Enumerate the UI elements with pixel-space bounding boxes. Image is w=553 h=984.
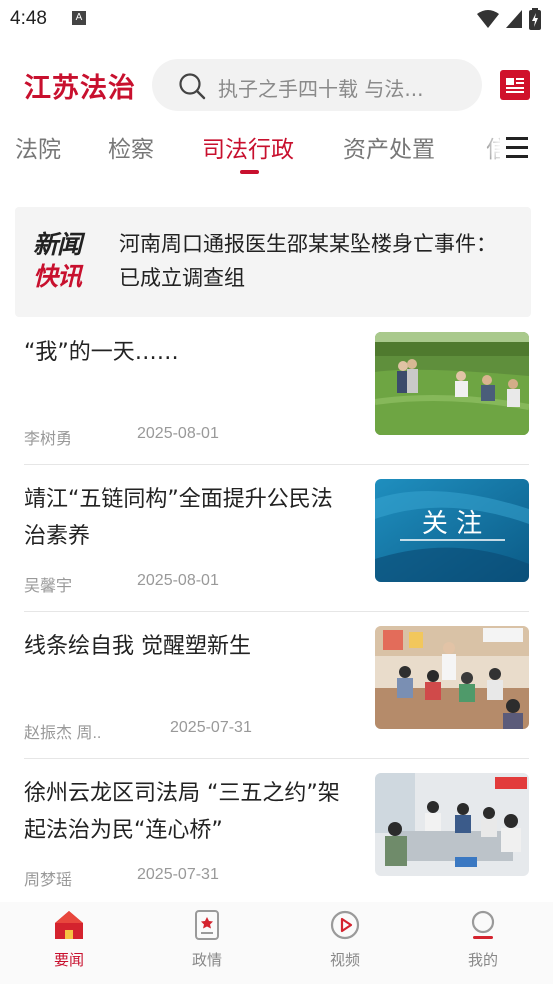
- channel-menu-button[interactable]: [500, 134, 532, 162]
- news-meta: 赵振杰 周.. 2025-07-31: [24, 719, 252, 743]
- news-meta: 李树勇 2025-08-01: [24, 425, 219, 449]
- wifi-icon: [477, 10, 499, 28]
- news-date: 2025-08-01: [137, 572, 219, 589]
- nav-label: 政情: [191, 951, 222, 969]
- app-header: 江苏法治 执子之手四十载 与法...: [0, 56, 553, 114]
- nav-news[interactable]: 要闻: [29, 908, 109, 970]
- status-time: 4:48: [10, 8, 47, 29]
- news-thumbnail: [375, 626, 529, 729]
- menu-icon-bar: [506, 137, 528, 140]
- news-thumbnail: [375, 773, 529, 876]
- menu-icon-bar: [506, 146, 528, 149]
- flash-logo-line2: 快讯: [33, 262, 82, 291]
- notification-icon: A: [72, 11, 86, 25]
- status-icons: [477, 8, 541, 30]
- nav-label: 要闻: [53, 951, 84, 969]
- classroom-photo: [375, 626, 529, 729]
- news-title: 线条绘自我 觉醒塑新生: [24, 634, 251, 659]
- meeting-photo: [375, 773, 529, 876]
- app-logo: 江苏法治: [24, 73, 136, 104]
- news-date: 2025-08-01: [137, 425, 219, 442]
- battery-icon: [529, 8, 541, 30]
- news-author: 周梦瑶: [24, 872, 73, 889]
- bottom-navigation: 要闻 政情 视频 我的: [0, 902, 553, 984]
- search-icon: [179, 73, 206, 100]
- news-thumbnail: [375, 332, 529, 435]
- nav-label: 视频: [329, 951, 360, 969]
- news-item[interactable]: 靖江“五链同构”全面提升公民法治素养 吴馨宇 2025-08-01 关 注: [24, 465, 529, 612]
- flash-news-headline: 河南周口通报医生邵某某坠楼身亡事件：已成立调查组: [119, 232, 497, 290]
- tab-asset-disposal[interactable]: 资产处置: [343, 130, 435, 164]
- search-bar[interactable]: 执子之手四十载 与法...: [152, 59, 482, 111]
- news-title: 靖江“五链同构”全面提升公民法治素养: [24, 487, 333, 549]
- news-author: 赵振杰 周..: [24, 725, 102, 742]
- news-meta: 周梦瑶 2025-07-31: [24, 866, 219, 890]
- news-date: 2025-07-31: [137, 866, 219, 883]
- news-thumbnail: 关 注: [375, 479, 529, 582]
- tab-procuratorate[interactable]: 检察: [108, 130, 154, 164]
- tab-judicial-administration[interactable]: 司法行政: [202, 130, 294, 164]
- flash-news-logo: 新闻 快讯: [33, 229, 97, 293]
- nav-label: 我的: [467, 951, 498, 969]
- cell-signal-icon: [506, 10, 522, 28]
- menu-icon-bar: [506, 155, 528, 158]
- home-icon: [55, 911, 83, 939]
- profile-icon: [471, 910, 495, 939]
- search-placeholder: 执子之手四十载 与法...: [218, 77, 424, 101]
- news-author: 李树勇: [24, 431, 73, 448]
- news-author: 吴馨宇: [24, 578, 73, 595]
- channel-tabs: 法院 检察 司法行政 资产处置 信: [0, 126, 553, 178]
- news-date: 2025-07-31: [170, 719, 252, 736]
- flash-logo-line1: 新闻: [33, 230, 82, 259]
- field-inspection-photo: [375, 332, 529, 435]
- nav-profile[interactable]: 我的: [443, 908, 523, 970]
- document-icon: [195, 910, 219, 940]
- status-bar: 4:48 A: [0, 0, 553, 40]
- newspaper-button[interactable]: [500, 70, 530, 100]
- thumbnail-caption: 关 注: [422, 509, 482, 539]
- attention-graphic: 关 注: [375, 479, 529, 582]
- news-item[interactable]: “我”的一天…… 李树勇 2025-08-01: [24, 318, 529, 465]
- tab-court[interactable]: 法院: [15, 130, 61, 164]
- play-icon: [330, 910, 360, 940]
- news-title: “我”的一天……: [24, 340, 179, 365]
- news-title: 徐州云龙区司法局 “三五之约”架起法治为民“连心桥”: [24, 781, 340, 843]
- news-item[interactable]: 线条绘自我 觉醒塑新生 赵振杰 周.. 2025-07-31: [24, 612, 529, 759]
- newspaper-icon: [506, 78, 524, 93]
- news-item[interactable]: 徐州云龙区司法局 “三五之约”架起法治为民“连心桥” 周梦瑶 2025-07-3…: [24, 759, 529, 906]
- nav-video[interactable]: 视频: [305, 908, 385, 970]
- flash-news-banner[interactable]: 新闻 快讯 河南周口通报医生邵某某坠楼身亡事件：已成立调查组: [15, 207, 531, 317]
- nav-politics[interactable]: 政情: [167, 908, 247, 970]
- active-tab-indicator: [240, 170, 259, 174]
- news-meta: 吴馨宇 2025-08-01: [24, 572, 219, 596]
